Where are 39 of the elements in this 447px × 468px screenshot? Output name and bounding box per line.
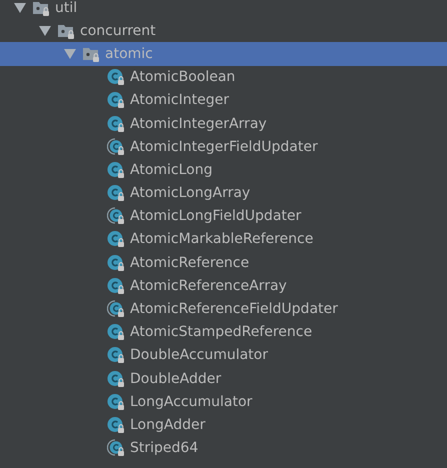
tree-row[interactable]: AtomicLongArray <box>0 182 447 205</box>
tree-row[interactable]: DoubleAdder <box>0 367 447 390</box>
class-icon <box>107 416 125 434</box>
tree-row[interactable]: AtomicReferenceFieldUpdater <box>0 297 447 321</box>
expanded-arrow-icon[interactable] <box>14 2 26 13</box>
expanded-arrow-icon[interactable] <box>39 26 51 36</box>
abstract-class-icon <box>107 138 125 156</box>
abstract-class-icon <box>107 207 125 226</box>
class-icon <box>107 230 125 248</box>
tree-row[interactable]: LongAdder <box>0 413 447 437</box>
class-icon <box>107 68 125 86</box>
abstract-class-icon <box>107 300 125 318</box>
tree-row[interactable]: concurrent <box>0 19 447 42</box>
class-icon <box>107 276 125 295</box>
class-icon <box>107 160 125 179</box>
tree-row[interactable]: DoubleAccumulator <box>0 344 447 367</box>
tree-row[interactable]: util <box>0 0 447 20</box>
tree-row[interactable]: AtomicMarkableReference <box>0 228 447 252</box>
class-icon <box>107 323 125 342</box>
tree-row[interactable]: LongAccumulator <box>0 390 447 414</box>
tree-row[interactable]: AtomicIntegerArray <box>0 112 447 136</box>
abstract-class-icon <box>107 439 125 458</box>
class-icon <box>107 184 125 202</box>
tree-row[interactable]: AtomicLongFieldUpdater <box>0 204 447 228</box>
class-icon <box>107 254 125 272</box>
class-icon <box>107 114 125 133</box>
tree-row[interactable]: AtomicLong <box>0 158 447 182</box>
tree-row[interactable]: AtomicIntegerFieldUpdater <box>0 135 447 158</box>
package-folder-icon <box>32 0 50 17</box>
tree-row[interactable]: AtomicBoolean <box>0 66 447 89</box>
tree-row[interactable]: AtomicInteger <box>0 88 447 112</box>
class-icon <box>107 346 125 364</box>
class-icon <box>107 392 125 411</box>
class-icon <box>107 91 125 110</box>
tree-row[interactable]: Striped64 <box>0 436 447 460</box>
tree-row[interactable]: AtomicReferenceArray <box>0 274 447 298</box>
tree-row[interactable]: AtomicStampedReference <box>0 320 447 344</box>
tree-row[interactable]: AtomicReference <box>0 251 447 274</box>
class-icon <box>107 370 125 388</box>
